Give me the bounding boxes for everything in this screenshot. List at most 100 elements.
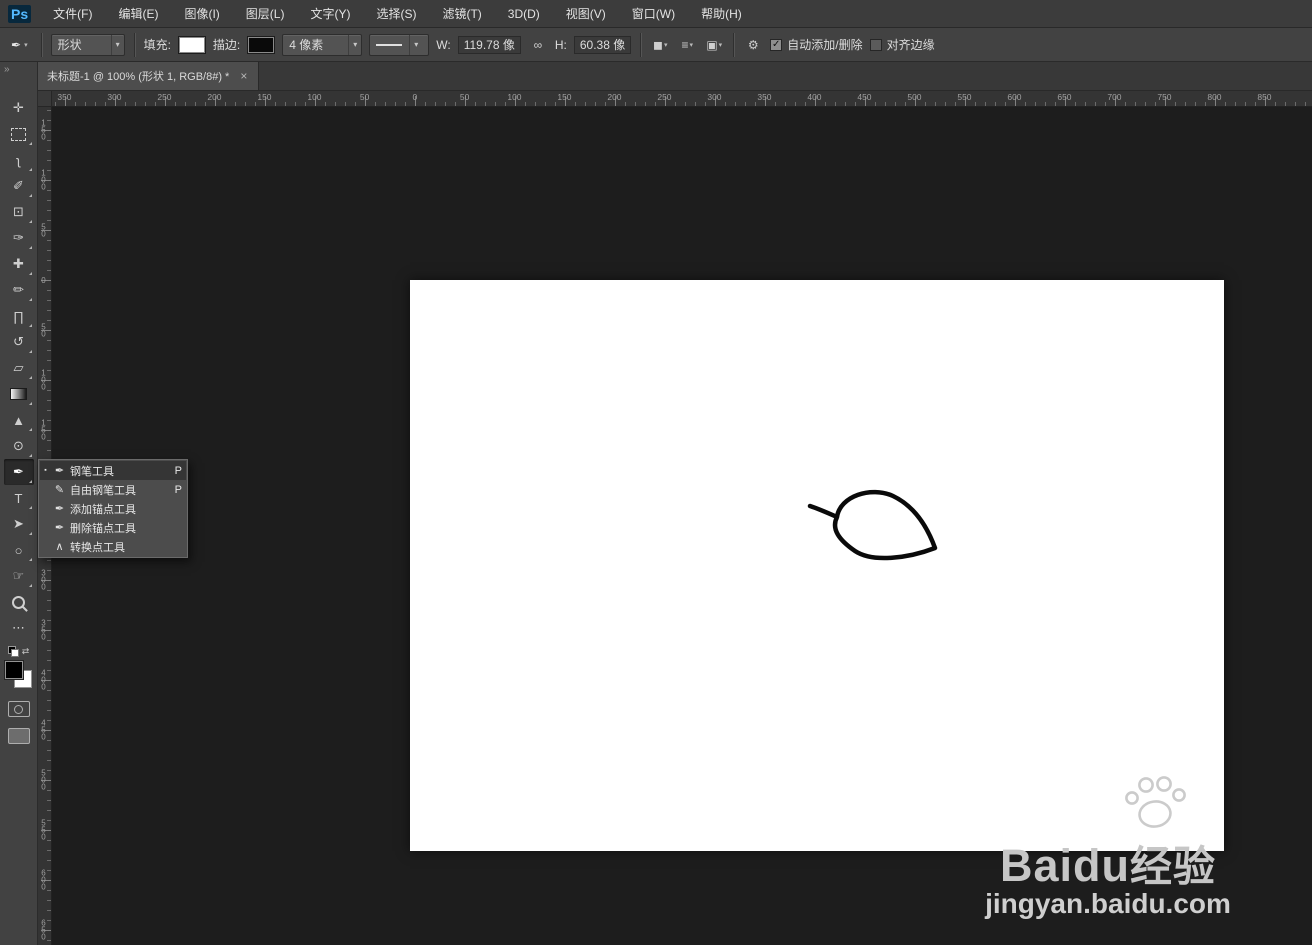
dodge-tool[interactable]: ⊙ [4,433,34,459]
tools-panel: » ✛ ʅ ✐ ⊡ ✑ ✚ ✏ ∏ ↺ ▱ ▲ ⊙ ✒ T ➤ ○ ☞ ⋯ ⇄ [0,62,38,945]
h-ruler-label: 750 [1157,92,1172,102]
menu-item-edit[interactable]: 编辑(E) [105,0,171,27]
menu-item-window[interactable]: 窗口(W) [619,0,688,27]
menu-item-filter[interactable]: 滤镜(T) [429,0,494,27]
path-alignment-button[interactable]: ≡ ▾ [677,35,697,55]
separator [733,32,735,57]
h-ruler-label: 800 [1207,92,1222,102]
path-operations-button[interactable]: ◼ ▾ [650,35,670,55]
document-canvas[interactable] [410,280,1224,851]
brush-tool[interactable]: ✏ [4,277,34,303]
hand-tool[interactable]: ☞ [4,563,34,589]
eyedropper-tool-icon: ✑ [13,230,24,245]
flyout-item-label: 自由钢笔工具 [70,484,136,497]
gear-icon[interactable]: ⚙ [743,35,763,55]
shape-layer [807,489,938,561]
flyout-item-add-anchor-point-tool[interactable]: ✒ 添加锚点工具 [40,499,186,518]
history-brush-tool[interactable]: ↺ [4,329,34,355]
spot-healing-brush-tool[interactable]: ✚ [4,251,34,277]
default-colors-icon[interactable] [7,645,19,657]
edit-toolbar[interactable]: ⋯ [4,615,34,641]
tool-preset-button[interactable]: ✒ ▾ [7,36,32,54]
v-ruler-label: 0 [39,276,48,284]
close-icon[interactable]: × [238,69,249,83]
fill-swatch[interactable] [177,35,206,54]
menu-item-select[interactable]: 选择(S) [363,0,429,27]
menu-item-3d[interactable]: 3D(D) [495,0,553,27]
eyedropper-tool[interactable]: ✑ [4,225,34,251]
h-ruler-label: 200 [607,92,622,102]
color-controls: ⇄ [7,644,30,658]
quick-mask-button[interactable] [7,701,30,717]
screen-mode-button[interactable] [7,728,30,744]
menu-item-layer[interactable]: 图层(L) [233,0,298,27]
flyout-item-pen-tool[interactable]: ▪ ✒ 钢笔工具 P [40,461,186,480]
h-ruler-label: 350 [757,92,772,102]
lasso-tool[interactable]: ʅ [4,147,34,173]
path-selection-tool[interactable]: ➤ [4,511,34,537]
watermark-url: jingyan.baidu.com [985,888,1231,919]
leaf-shape [807,489,938,561]
stroke-width-select[interactable]: 4 像素 ▾ [282,33,363,56]
crop-tool[interactable]: ⊡ [4,199,34,225]
auto-add-delete-option[interactable]: ✓ 自动添加/删除 [770,36,863,53]
flyout-item-delete-anchor-point-tool[interactable]: ✒ 删除锚点工具 [40,518,186,537]
move-tool[interactable]: ✛ [4,95,34,121]
stroke-swatch[interactable] [247,35,276,54]
auto-add-delete-checkbox[interactable]: ✓ [770,38,783,51]
freeform-pen-tool-icon: ✎ [54,484,65,496]
link-dimensions-icon[interactable]: ∞ [528,35,548,55]
menu-item-type[interactable]: 文字(Y) [297,0,363,27]
menu-item-help[interactable]: 帮助(H) [688,0,755,27]
align-edges-checkbox[interactable] [869,38,882,51]
h-ruler-label: 100 [307,92,322,102]
pen-tool-icon: ✒ [54,465,65,477]
auto-add-delete-label: 自动添加/删除 [787,38,863,52]
h-ruler-label: 150 [257,92,272,102]
combine-shapes-icon: ◼ [653,37,663,52]
path-arrange-button[interactable]: ▣ ▾ [704,35,724,55]
pen-tool[interactable]: ✒ [3,459,34,485]
zoom-tool-icon [12,595,25,609]
eraser-tool[interactable]: ▱ [4,355,34,381]
zoom-tool[interactable] [4,589,34,615]
canvas-viewport[interactable]: Baidu经验 jingyan.baidu.com [52,107,1312,945]
crop-tool-icon: ⊡ [13,204,24,219]
align-edges-option[interactable]: 对齐边缘 [869,36,935,53]
chevron-down-icon: ▾ [409,34,422,55]
blur-tool[interactable]: ▲ [4,407,34,433]
v-ruler-label: 400 [39,668,48,690]
width-input[interactable]: 119.78 像 [457,35,521,54]
stroke-type-select[interactable]: ▾ [369,33,430,56]
ellipse-tool[interactable]: ○ [4,537,34,563]
rectangular-marquee-tool[interactable] [4,121,34,147]
swap-colors-icon[interactable]: ⇄ [22,646,30,657]
flyout-item-label: 转换点工具 [70,541,125,554]
document-tab-bar: 未标题-1 @ 100% (形状 1, RGB/8#) * × [38,62,1312,91]
flyout-item-convert-point-tool[interactable]: ∧ 转换点工具 [40,537,186,556]
arrange-icon: ▣ [706,37,718,52]
h-ruler-label: 0 [412,92,418,102]
foreground-swatch[interactable] [5,661,23,679]
gradient-tool[interactable] [4,381,34,407]
quick-selection-tool[interactable]: ✐ [4,173,34,199]
clone-stamp-tool[interactable]: ∏ [4,303,34,329]
v-ruler-label: 650 [39,918,48,940]
menu-item-file[interactable]: 文件(F) [40,0,105,27]
horizontal-type-tool[interactable]: T [4,485,34,511]
h-ruler-label: 450 [857,92,872,102]
tools-panel-collapse[interactable]: » [0,62,37,95]
document-tab[interactable]: 未标题-1 @ 100% (形状 1, RGB/8#) * × [38,62,260,90]
menu-bar: Ps 文件(F) 编辑(E) 图像(I) 图层(L) 文字(Y) 选择(S) 滤镜(T) 3D… [0,0,1312,28]
menu-item-image[interactable]: 图像(I) [171,0,232,27]
flyout-item-label: 钢笔工具 [70,465,114,478]
horizontal-ruler[interactable]: 350 300 250 200 150 100 50 0 50 100 150 200 250 300 35… [38,91,1312,107]
align-icon: ≡ [681,37,689,52]
menu-item-view[interactable]: 视图(V) [553,0,619,27]
tool-mode-value: 形状 [57,38,82,52]
height-input[interactable]: 60.38 像 [573,35,632,54]
tool-mode-select[interactable]: 形状 ▾ [50,33,125,56]
h-ruler-label: 50 [359,92,370,102]
flyout-item-freeform-pen-tool[interactable]: ✎ 自由钢笔工具 P [40,480,186,499]
v-ruler-label: 450 [39,718,48,740]
